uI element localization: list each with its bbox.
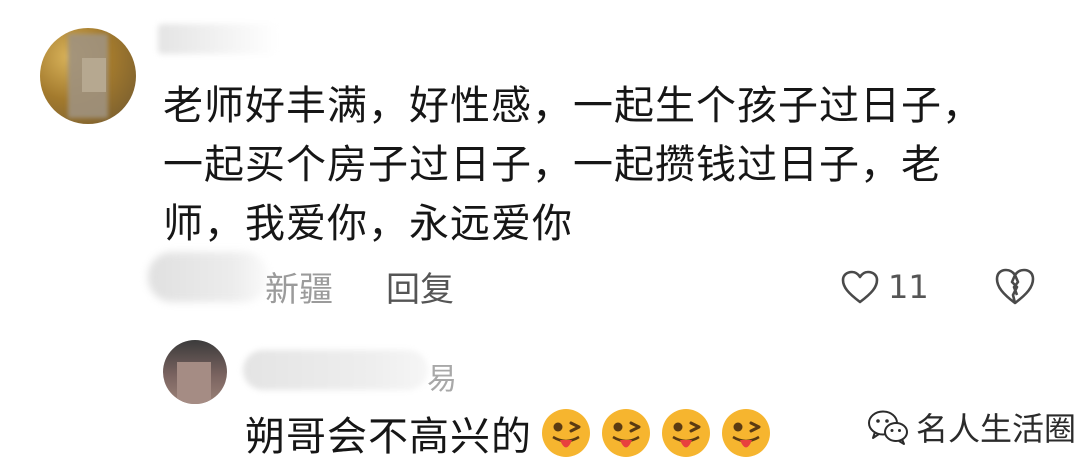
commenter-username-blurred[interactable] — [158, 24, 278, 54]
broken-heart-icon — [995, 268, 1035, 305]
comment-location: 新疆 — [265, 270, 333, 310]
reply-content: 朔哥会不高兴的 — [245, 404, 772, 462]
watermark-text: 名人生活圈 — [916, 410, 1077, 448]
avatar-mosaic-inner — [82, 58, 106, 92]
dislike-button[interactable] — [994, 266, 1036, 308]
like-button[interactable]: 11 — [840, 264, 929, 310]
reply-username-blurred[interactable] — [243, 350, 428, 390]
timestamp-blurred — [148, 252, 268, 302]
comment-text: 老师好丰满，好性感，一起生个孩子过日子，一起买个房子过日子，一起攒钱过日子，老师… — [163, 83, 983, 247]
watermark: 名人生活圈 — [866, 404, 1076, 450]
tongue-wink-emoji — [662, 409, 710, 457]
heart-icon — [841, 270, 879, 304]
reply-button[interactable]: 回复 — [386, 262, 454, 311]
tongue-wink-emoji — [602, 409, 650, 457]
commenter-avatar[interactable] — [40, 28, 136, 124]
wechat-icon — [868, 410, 908, 445]
avatar-mosaic — [177, 362, 211, 404]
reply-username-tail: 易 — [427, 362, 457, 397]
tongue-wink-emoji — [722, 409, 770, 457]
reply-avatar[interactable] — [163, 340, 227, 404]
reply-text: 朔哥会不高兴的 — [245, 414, 532, 460]
like-count: 11 — [888, 268, 929, 306]
tongue-wink-emoji — [542, 409, 590, 457]
